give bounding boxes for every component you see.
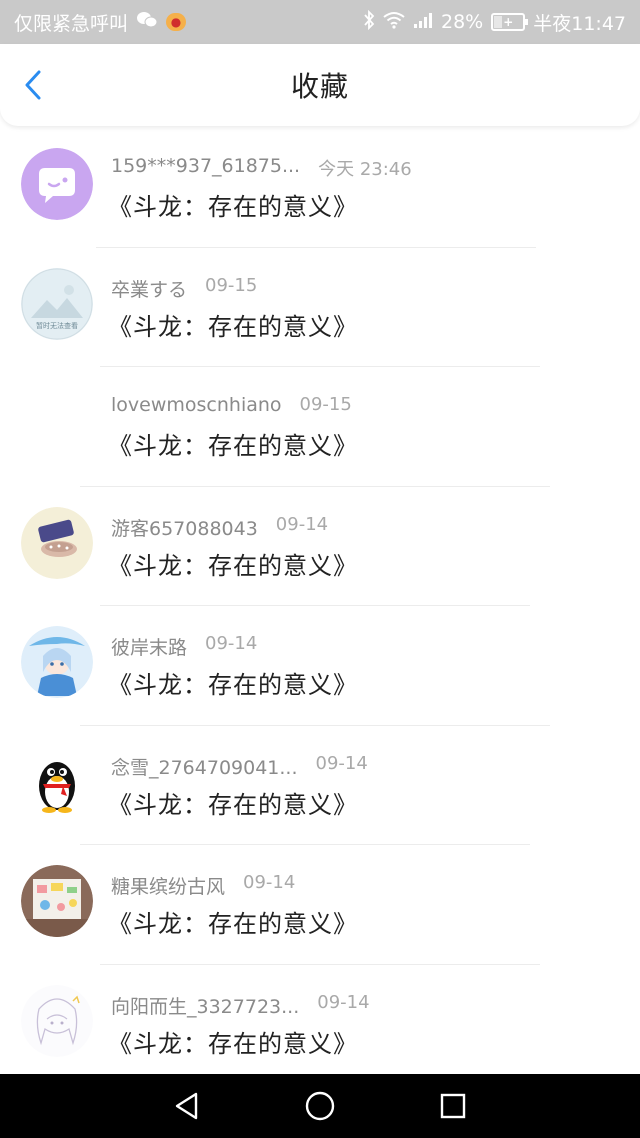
carrier-text: 仅限紧急呼叫 bbox=[14, 12, 129, 35]
avatar[interactable] bbox=[21, 506, 93, 579]
wifi-icon bbox=[383, 11, 405, 34]
item-meta: 159***937_61875... 今天 23:46 bbox=[111, 155, 412, 181]
anime-girl-avatar-icon bbox=[21, 626, 93, 698]
work-title[interactable]: 《斗龙：存在的意义》 bbox=[108, 665, 358, 700]
chevron-left-icon bbox=[25, 70, 41, 100]
sketch-girl-avatar-icon bbox=[21, 984, 93, 1057]
qq-penguin-icon bbox=[21, 745, 93, 818]
avatar[interactable] bbox=[21, 745, 93, 818]
item-meta: 向阳而生_3327723... 09-14 bbox=[111, 992, 370, 1019]
timestamp: 09-15 bbox=[205, 274, 258, 296]
placeholder-image-icon: 暂时无法查看 bbox=[21, 267, 93, 340]
timestamp: 09-14 bbox=[317, 991, 370, 1013]
painting-photo-avatar-icon bbox=[21, 865, 93, 937]
work-title[interactable]: 《斗龙：存在的意义》 bbox=[108, 1024, 358, 1059]
timestamp: 09-14 bbox=[275, 513, 329, 535]
avatar[interactable] bbox=[21, 626, 93, 698]
list-item[interactable]: 彼岸末路 09-14 《斗龙：存在的意义》 bbox=[0, 606, 640, 726]
list-item[interactable]: 游客657088043 09-14 《斗龙：存在的意义》 bbox=[0, 487, 640, 606]
user-name[interactable]: 向阳而生_3327723... bbox=[111, 992, 299, 1019]
photo-avatar-icon bbox=[21, 506, 93, 579]
avatar[interactable]: 暂时无法查看 bbox=[21, 267, 93, 340]
circle-home-icon bbox=[305, 1091, 335, 1121]
avatar[interactable] bbox=[21, 984, 93, 1057]
item-meta: 游客657088043 09-14 bbox=[111, 514, 328, 541]
item-meta: 彼岸末路 09-14 bbox=[111, 633, 257, 660]
item-meta: 念雪_2764709041... 09-14 bbox=[111, 753, 368, 780]
weibo-icon: ● bbox=[166, 13, 187, 31]
favorites-list: 159***937_61875... 今天 23:46 《斗龙：存在的意义》 暂… bbox=[0, 128, 640, 1084]
triangle-back-icon bbox=[175, 1092, 197, 1120]
back-button[interactable] bbox=[16, 68, 50, 102]
user-name[interactable]: 念雪_2764709041... bbox=[111, 753, 298, 780]
item-meta: 糖果缤纷古风 09-14 bbox=[111, 872, 295, 899]
user-name[interactable]: 彼岸末路 bbox=[111, 633, 187, 660]
list-item[interactable]: 159***937_61875... 今天 23:46 《斗龙：存在的意义》 bbox=[0, 128, 640, 248]
work-title[interactable]: 《斗龙：存在的意义》 bbox=[108, 546, 358, 581]
battery-percent: 28% bbox=[441, 11, 484, 33]
signal-icon bbox=[413, 11, 433, 34]
placeholder-caption: 暂时无法查看 bbox=[36, 321, 78, 330]
work-title[interactable]: 《斗龙：存在的意义》 bbox=[108, 785, 358, 820]
header: 收藏 bbox=[0, 44, 640, 126]
timestamp: 09-15 bbox=[299, 394, 352, 415]
timestamp: 09-14 bbox=[315, 752, 368, 774]
timestamp: 09-14 bbox=[243, 872, 296, 893]
user-name[interactable]: 159***937_61875... bbox=[111, 155, 300, 181]
bluetooth-icon bbox=[363, 9, 375, 35]
user-name[interactable]: 糖果缤纷古风 bbox=[111, 872, 225, 899]
battery-fill bbox=[494, 16, 503, 28]
avatar[interactable] bbox=[21, 148, 93, 220]
status-bar: 仅限紧急呼叫 ● 28% + 半夜11:47 bbox=[0, 0, 640, 44]
list-item[interactable]: 念雪_2764709041... 09-14 《斗龙：存在的意义》 bbox=[0, 726, 640, 845]
nav-back-button[interactable] bbox=[163, 1082, 211, 1130]
user-name[interactable]: 游客657088043 bbox=[111, 514, 258, 541]
list-item[interactable]: 向阳而生_3327723... 09-14 《斗龙：存在的意义》 bbox=[0, 965, 640, 1085]
work-title[interactable]: 《斗龙：存在的意义》 bbox=[108, 187, 358, 222]
square-recent-icon bbox=[441, 1093, 466, 1119]
nav-home-button[interactable] bbox=[296, 1082, 344, 1130]
item-meta: 卒業する 09-15 bbox=[111, 275, 257, 302]
user-name[interactable]: 卒業する bbox=[111, 275, 187, 302]
user-name[interactable]: lovewmoscnhiano bbox=[111, 394, 282, 416]
wechat-icon bbox=[136, 11, 158, 33]
clock: 半夜11:47 bbox=[533, 12, 626, 35]
nav-recent-button[interactable] bbox=[429, 1082, 477, 1130]
list-item[interactable]: 糖果缤纷古风 09-14 《斗龙：存在的意义》 bbox=[0, 845, 640, 965]
list-item[interactable]: lovewmoscnhiano 09-15 《斗龙：存在的意义》 bbox=[0, 367, 640, 487]
battery-icon: + bbox=[491, 13, 529, 31]
item-meta: lovewmoscnhiano 09-15 bbox=[111, 394, 352, 416]
chat-bubble-avatar-icon bbox=[21, 148, 93, 220]
work-title[interactable]: 《斗龙：存在的意义》 bbox=[108, 904, 358, 939]
avatar[interactable] bbox=[21, 865, 93, 937]
list-item[interactable]: 暂时无法查看 卒業する 09-15 《斗龙：存在的意义》 bbox=[0, 248, 640, 367]
page-title: 收藏 bbox=[290, 70, 349, 103]
work-title[interactable]: 《斗龙：存在的意义》 bbox=[108, 307, 358, 342]
timestamp: 09-14 bbox=[205, 633, 258, 654]
timestamp: 今天 23:46 bbox=[318, 159, 412, 180]
system-nav-bar bbox=[0, 1074, 640, 1138]
work-title[interactable]: 《斗龙：存在的意义》 bbox=[108, 426, 358, 461]
